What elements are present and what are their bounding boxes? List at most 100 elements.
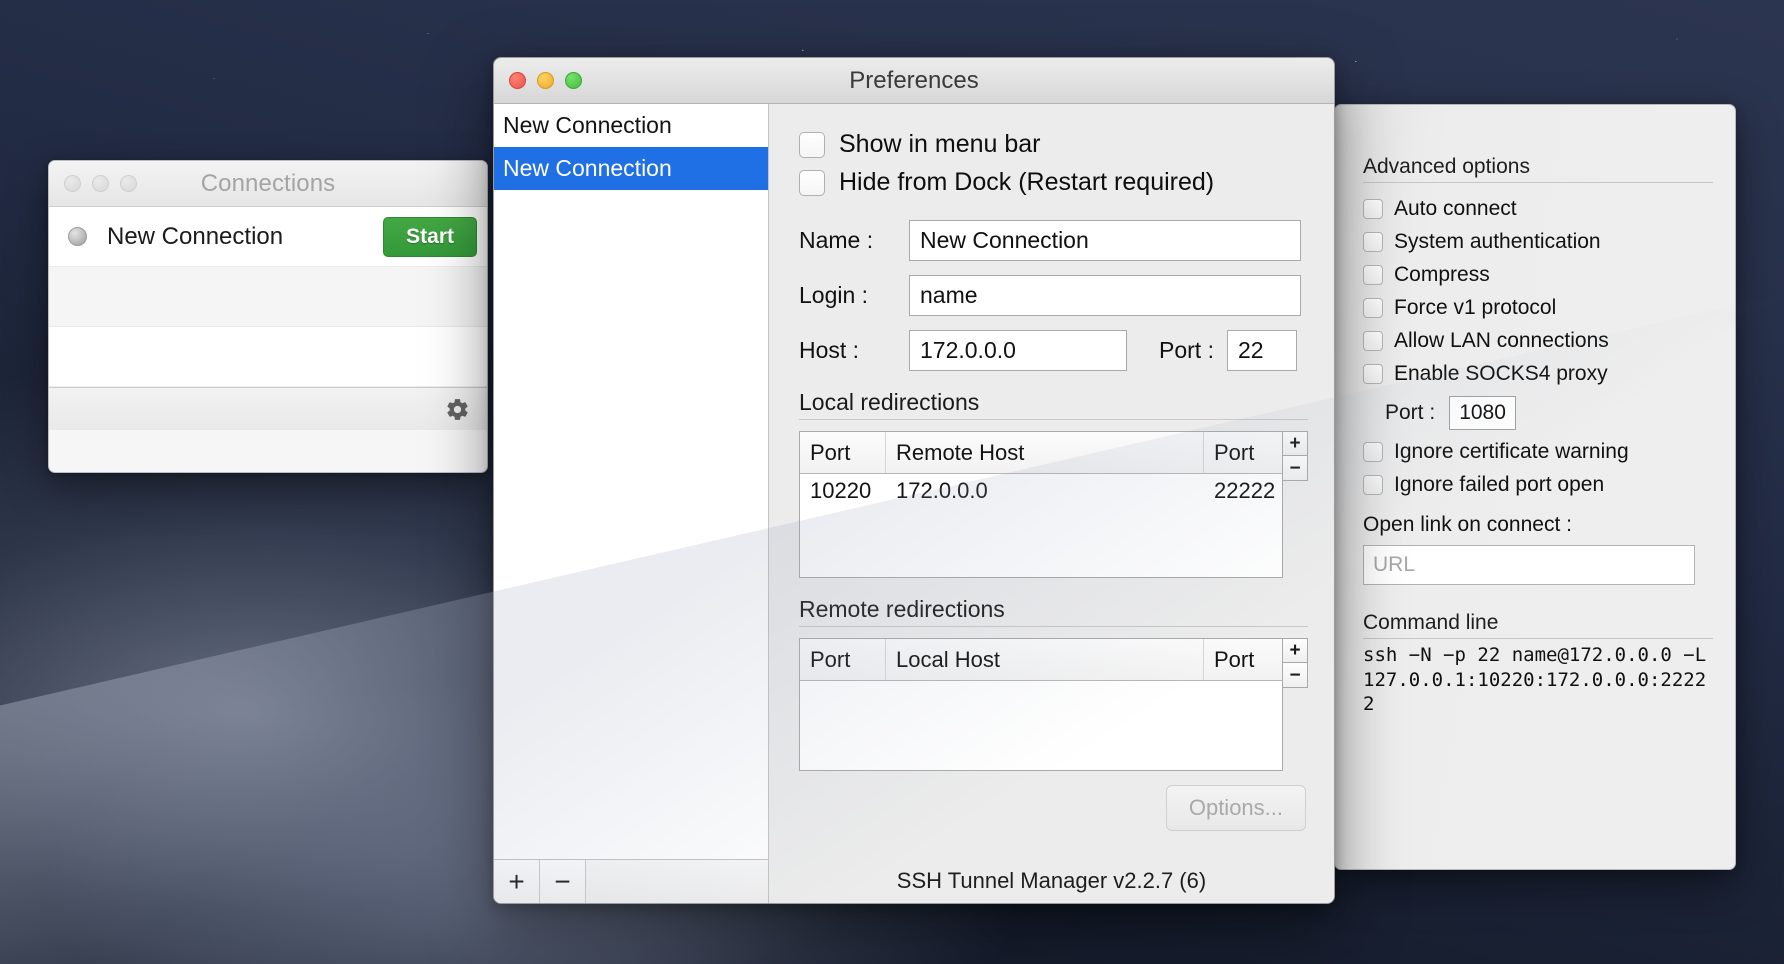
connections-window-title: Connections	[200, 169, 336, 197]
remote-redirections-title: Remote redirections	[799, 596, 1308, 627]
name-input[interactable]: New Connection	[909, 220, 1301, 261]
checkbox-label: Compress	[1394, 263, 1490, 286]
command-line-title: Command line	[1363, 611, 1713, 639]
status-indicator-icon	[68, 227, 87, 246]
checkbox-label: Show in menu bar	[839, 130, 1041, 158]
checkbox-allow-lan-connections[interactable]: Allow LAN connections	[1363, 329, 1713, 353]
checkbox-label: Force v1 protocol	[1394, 296, 1557, 319]
options-button[interactable]: Options...	[1165, 785, 1306, 831]
checkbox-label: Ignore failed port open	[1394, 473, 1605, 496]
checkbox-box-icon[interactable]	[1363, 265, 1383, 285]
name-field-row: Name : New Connection	[799, 220, 1308, 261]
checkbox-box-icon[interactable]	[1363, 232, 1383, 252]
table-body	[800, 681, 1282, 770]
sidebar-item-connection[interactable]: New Connection	[494, 104, 768, 147]
table-body: 10220 172.0.0.0 22222	[800, 474, 1282, 577]
host-label: Host :	[799, 337, 860, 363]
command-line-text: ssh −N −p 22 name@172.0.0.0 −L 127.0.0.1…	[1363, 644, 1707, 716]
connection-row[interactable]: New Connection Start	[49, 207, 487, 267]
checkbox-compress[interactable]: Compress	[1363, 263, 1713, 287]
connections-titlebar[interactable]: Connections	[49, 161, 487, 207]
column-header-port-local: Port	[1214, 646, 1255, 672]
preferences-detail-pane: Show in menu bar Hide from Dock (Restart…	[769, 104, 1334, 903]
connections-footer	[49, 387, 487, 430]
checkbox-box-icon[interactable]	[1363, 199, 1383, 219]
column-header-remote-host: Remote Host	[886, 432, 1204, 473]
preferences-titlebar[interactable]: Preferences	[494, 58, 1334, 104]
table-header-row: Port Local Host Port	[800, 639, 1282, 681]
advanced-options-panel: Advanced options Auto connect System aut…	[1334, 104, 1736, 870]
connection-list: New Connection New Connection	[494, 104, 768, 859]
cell-local-port: 10220	[810, 477, 872, 503]
table-header-row: Port Remote Host Port	[800, 432, 1282, 474]
socks-port-field-row: Port : 1080	[1385, 396, 1713, 430]
column-header-port-remote: Port	[800, 639, 886, 680]
checkbox-box-icon[interactable]	[1363, 331, 1383, 351]
checkbox-ignore-failed-port-open[interactable]: Ignore failed port open	[1363, 473, 1713, 497]
checkbox-label: Enable SOCKS4 proxy	[1394, 362, 1608, 385]
remove-connection-button[interactable]: −	[540, 860, 586, 903]
cell-remote-host: 172.0.0.0	[896, 477, 988, 503]
remove-remote-redirection-button[interactable]: −	[1282, 663, 1308, 688]
checkbox-box-icon[interactable]	[1363, 442, 1383, 462]
checkbox-box-icon[interactable]	[799, 131, 825, 158]
connections-list: New Connection Start	[49, 207, 487, 387]
checkbox-label: Ignore certificate warning	[1394, 440, 1629, 463]
local-redirections-table-wrap: Port Remote Host Port 10220 172.0.0.0 22…	[799, 431, 1308, 578]
port-label: Port :	[1159, 337, 1214, 363]
checkbox-label: Allow LAN connections	[1394, 329, 1609, 352]
remove-local-redirection-button[interactable]: −	[1282, 456, 1308, 481]
local-redirections-table: Port Remote Host Port 10220 172.0.0.0 22…	[799, 431, 1283, 578]
local-redirections-controls: + −	[1282, 431, 1308, 578]
checkbox-force-v1-protocol[interactable]: Force v1 protocol	[1363, 296, 1713, 320]
desktop-background: Advanced options Auto connect System aut…	[0, 0, 1784, 964]
checkbox-hide-from-dock[interactable]: Hide from Dock (Restart required)	[799, 168, 1308, 197]
login-input[interactable]: name	[909, 275, 1301, 316]
column-header-local-host: Local Host	[886, 639, 1204, 680]
login-field-row: Login : name	[799, 275, 1308, 316]
preferences-window-title: Preferences	[849, 66, 979, 94]
advanced-options-title: Advanced options	[1363, 155, 1713, 183]
remote-redirections-controls: + −	[1282, 638, 1308, 771]
checkbox-label: Hide from Dock (Restart required)	[839, 168, 1215, 196]
host-field-row: Host : 172.0.0.0 Port : 22	[799, 330, 1308, 371]
checkbox-box-icon[interactable]	[1363, 475, 1383, 495]
port-input[interactable]: 22	[1226, 330, 1297, 371]
checkbox-ignore-certificate-warning[interactable]: Ignore certificate warning	[1363, 440, 1713, 464]
connections-window: Connections New Connection Start	[48, 160, 488, 473]
open-link-on-connect-label: Open link on connect :	[1363, 513, 1572, 536]
remote-redirections-table: Port Local Host Port	[799, 638, 1283, 771]
add-connection-button[interactable]: +	[494, 860, 540, 903]
checkbox-auto-connect[interactable]: Auto connect	[1363, 197, 1713, 221]
checkbox-system-authentication[interactable]: System authentication	[1363, 230, 1713, 254]
sidebar-item-connection-selected[interactable]: New Connection	[494, 147, 768, 190]
add-remote-redirection-button[interactable]: +	[1282, 638, 1308, 663]
open-link-url-input[interactable]: URL	[1363, 545, 1695, 585]
checkbox-box-icon[interactable]	[1363, 298, 1383, 318]
checkbox-label: Auto connect	[1394, 197, 1517, 220]
host-input[interactable]: 172.0.0.0	[909, 330, 1127, 371]
preferences-sidebar: New Connection New Connection + −	[494, 104, 769, 903]
column-header-port-remote: Port	[1214, 439, 1255, 465]
checkbox-enable-socks4-proxy[interactable]: Enable SOCKS4 proxy	[1363, 362, 1713, 386]
add-local-redirection-button[interactable]: +	[1282, 431, 1308, 456]
table-row[interactable]: 10220 172.0.0.0 22222	[800, 474, 1282, 507]
name-label: Name :	[799, 227, 874, 253]
connections-empty-row	[49, 267, 487, 327]
options-row: Options...	[799, 785, 1308, 831]
login-label: Login :	[799, 282, 869, 308]
cell-remote-port: 22222	[1214, 477, 1276, 503]
socks-port-input[interactable]: 1080	[1449, 396, 1516, 430]
connections-empty-row	[49, 327, 487, 387]
version-label: SSH Tunnel Manager v2.2.7 (6)	[896, 868, 1207, 893]
start-button[interactable]: Start	[383, 216, 477, 257]
gear-icon[interactable]	[445, 397, 470, 422]
connection-name: New Connection	[107, 222, 284, 250]
checkbox-box-icon[interactable]	[799, 169, 825, 196]
local-redirections-title: Local redirections	[799, 389, 1308, 420]
sidebar-toolbar: + −	[494, 859, 768, 903]
sidebar-toolbar-filler	[586, 860, 768, 903]
checkbox-show-in-menu-bar[interactable]: Show in menu bar	[799, 130, 1308, 159]
checkbox-box-icon[interactable]	[1363, 364, 1383, 384]
checkbox-label: System authentication	[1394, 230, 1601, 253]
